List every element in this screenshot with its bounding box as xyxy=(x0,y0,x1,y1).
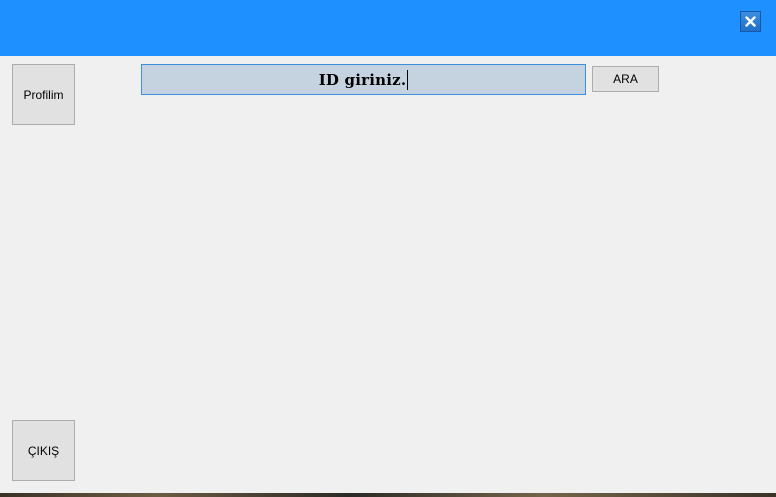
id-search-input-value: ID giriniz. xyxy=(318,70,407,89)
profile-button[interactable]: Profilim xyxy=(12,64,75,125)
search-button[interactable]: ARA xyxy=(592,66,659,92)
desktop-background-strip xyxy=(0,493,776,497)
exit-button[interactable]: ÇIKIŞ xyxy=(12,420,75,481)
app-window: Profilim ID giriniz. ARA ÇIKIŞ xyxy=(0,0,776,497)
title-bar xyxy=(0,0,776,56)
close-button[interactable] xyxy=(740,11,761,32)
text-caret xyxy=(407,69,409,90)
id-search-input[interactable]: ID giriniz. xyxy=(141,64,586,95)
close-icon xyxy=(745,16,756,27)
